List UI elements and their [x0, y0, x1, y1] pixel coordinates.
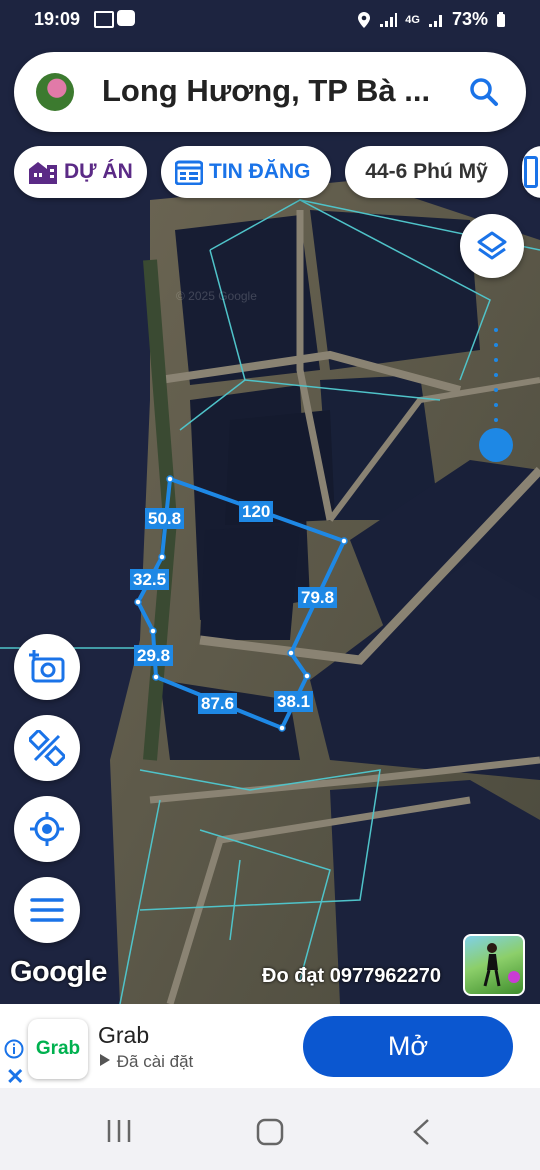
- battery-icon: [497, 11, 505, 27]
- owner-contact-label: Đo đạt 0977962270: [262, 965, 442, 987]
- ad-subtitle-row: Đã cài đặt: [98, 1052, 193, 1072]
- chip-more-icon: [524, 156, 538, 188]
- ad-info-icon[interactable]: [4, 1039, 24, 1059]
- ad-subtitle: Đã cài đặt: [116, 1052, 194, 1071]
- status-bar: 19:09 4G 73%: [0, 0, 540, 38]
- home-icon[interactable]: [256, 1118, 284, 1146]
- ad-banner[interactable]: ✕ Grab Grab Đã cài đặt Mở: [0, 1004, 540, 1090]
- google-logo: Google: [10, 956, 107, 988]
- listing-icon: [175, 160, 203, 185]
- search-bar[interactable]: Long Hương, TP Bà ...: [14, 52, 526, 132]
- my-location-button[interactable]: [14, 796, 80, 862]
- building-icon: [29, 162, 57, 184]
- person-photo-icon: [483, 943, 520, 987]
- map-watermark: © 2025 Google: [176, 289, 257, 303]
- signal-icon: [380, 12, 398, 27]
- search-location-title[interactable]: Long Hương, TP Bà ...: [102, 73, 430, 109]
- ad-open-label: Mở: [387, 1031, 429, 1061]
- system-navigation-bar: [0, 1088, 540, 1170]
- play-store-icon: [100, 1054, 110, 1066]
- status-right-group: 4G 73%: [357, 9, 506, 30]
- segment-length-label: 38.1: [274, 691, 314, 712]
- signal-icon-2: [428, 14, 442, 27]
- layers-icon: [477, 231, 507, 260]
- segment-length-label: 120: [239, 501, 274, 522]
- menu-icon: [30, 898, 64, 922]
- chip-label: TIN ĐĂNG: [209, 160, 311, 183]
- segment-length-label: 79.8: [298, 587, 338, 608]
- zalo-notification-icon: [117, 10, 135, 26]
- status-time: 19:09: [34, 9, 81, 29]
- segment-length-label: 29.8: [134, 645, 174, 666]
- segment-length-label: 87.6: [198, 693, 238, 714]
- chip-address[interactable]: 44-6 Phú Mỹ: [345, 146, 508, 198]
- menu-button[interactable]: [14, 877, 80, 943]
- camera-add-icon: [29, 650, 65, 683]
- add-photo-button[interactable]: [14, 634, 80, 700]
- profile-thumbnail[interactable]: [463, 934, 525, 996]
- layers-button[interactable]: [460, 214, 524, 278]
- segment-length-label: 32.5: [130, 569, 170, 590]
- search-button[interactable]: [464, 72, 504, 112]
- gps-icon: [30, 812, 64, 846]
- chip-label: DỰ ÁN: [64, 160, 133, 183]
- chip-du-an[interactable]: DỰ ÁN: [14, 146, 147, 198]
- ad-app-name: Grab: [98, 1022, 150, 1048]
- ad-close-icon[interactable]: ✕: [6, 1064, 24, 1090]
- battery-percent: 73%: [451, 9, 488, 29]
- recent-apps-icon[interactable]: [105, 1118, 133, 1144]
- ruler-icon: [29, 730, 65, 766]
- back-icon[interactable]: [410, 1118, 432, 1146]
- search-icon: [470, 78, 498, 106]
- segment-length-label: 50.8: [145, 508, 185, 529]
- zoom-slider-handle[interactable]: [479, 428, 513, 462]
- measure-tool-button[interactable]: [14, 715, 80, 781]
- ad-open-button[interactable]: Mở: [303, 1016, 513, 1077]
- user-avatar[interactable]: [36, 73, 74, 111]
- chip-tin-dang[interactable]: TIN ĐĂNG: [161, 146, 331, 198]
- location-icon: [358, 11, 371, 28]
- chip-label: 44-6 Phú Mỹ: [365, 160, 488, 183]
- grab-logo-text: Grab: [35, 1038, 81, 1059]
- image-notification-icon: [94, 11, 114, 28]
- network-type: 4G: [405, 13, 420, 26]
- grab-app-logo: Grab: [28, 1019, 88, 1079]
